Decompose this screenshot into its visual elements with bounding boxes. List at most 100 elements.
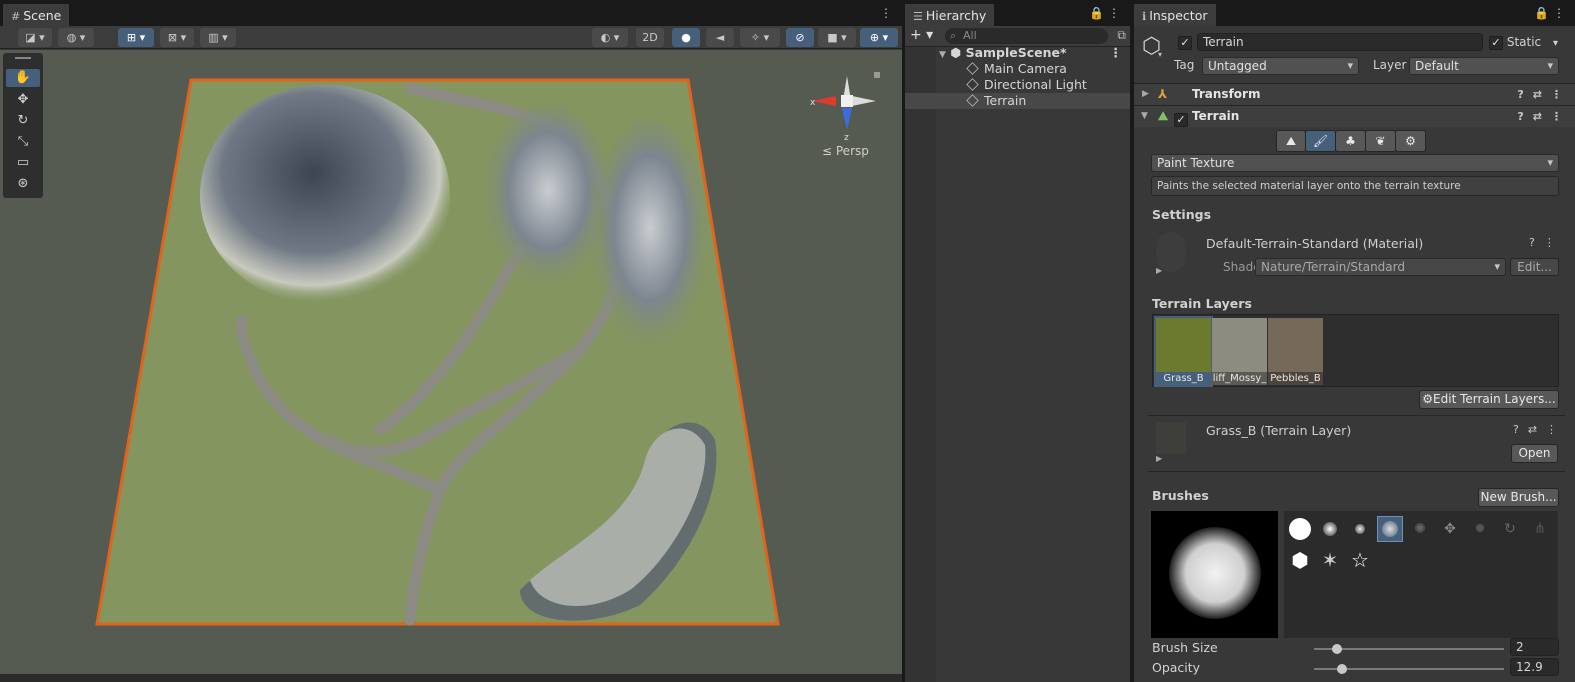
terrain-view[interactable] [0, 50, 902, 674]
shader-dropdown[interactable]: Nature/Terrain/Standard [1255, 258, 1506, 276]
terrain-settings-tool-icon[interactable]: ⚙ [1395, 130, 1426, 152]
transform-component-header[interactable]: ▶ ⅄ Transform ?⇄⋮ [1134, 83, 1575, 105]
layer-asset-name[interactable]: Grass_B (Terrain Layer) [1206, 423, 1351, 438]
effects-toggle-icon[interactable]: ✧ ▾ [740, 28, 780, 47]
terrain-enabled-checkbox[interactable]: ✓ [1174, 109, 1188, 130]
object-name-field[interactable]: Terrain [1197, 33, 1483, 51]
draw-mode-button[interactable]: ◪ ▾ [18, 28, 52, 47]
opacity-slider-knob[interactable] [1337, 664, 1348, 674]
brush-circle-icon[interactable] [1288, 517, 1312, 541]
audio-toggle-icon[interactable]: ◄ [706, 28, 734, 47]
brush-noise-icon[interactable]: ✺ [1408, 517, 1432, 541]
rect-tool-icon[interactable]: ▭ [6, 154, 40, 172]
info-icon: ℹ [1142, 10, 1147, 23]
paint-terrain-tool-icon[interactable]: 🖌 [1305, 130, 1336, 152]
increment-snap-button[interactable]: ▥ ▾ [200, 28, 236, 47]
brush-swirl-icon[interactable]: ↻ [1498, 517, 1522, 541]
expand-arrow-icon[interactable]: ▶ [1156, 454, 1162, 463]
render-globe-button[interactable]: ◍ ▾ [58, 28, 94, 47]
tag-dropdown[interactable]: Untagged [1202, 57, 1359, 75]
rotate-tool-icon[interactable]: ↻ [6, 112, 40, 130]
paint-details-tool-icon[interactable]: ❦ [1365, 130, 1396, 152]
active-checkbox[interactable]: ✓ [1178, 35, 1192, 50]
drag-handle[interactable] [15, 57, 31, 59]
scene-root-row[interactable]: ▼ ⬢ SampleScene* ⋮ [905, 45, 1130, 61]
camera-settings-icon[interactable]: ■ ▾ [818, 28, 856, 47]
projection-toggle[interactable]: ≤ Persp [822, 144, 869, 158]
grid-toggle-button[interactable]: ⊠ ▾ [160, 28, 194, 47]
mode-2d-button[interactable]: 2D [636, 28, 664, 47]
paint-trees-tool-icon[interactable]: ♣ [1335, 130, 1366, 152]
edit-terrain-layers-button[interactable]: ⚙Edit Terrain Layers... [1419, 390, 1559, 409]
edit-shader-button[interactable]: Edit... [1510, 258, 1559, 276]
brush-soft-icon[interactable] [1318, 517, 1342, 541]
divider [1148, 415, 1565, 416]
layer-dropdown[interactable]: Default [1409, 57, 1559, 75]
hierarchy-item[interactable]: Directional Light [905, 77, 1130, 93]
expand-arrow-icon[interactable]: ▶ [1156, 266, 1162, 275]
scene-menu-icon[interactable]: ⋮ [1110, 45, 1123, 61]
hierarchy-item-selected[interactable]: Terrain [905, 93, 1130, 109]
axis-z-label: z [844, 133, 849, 143]
component-actions-icons[interactable]: ?⇄⋮ [1517, 106, 1571, 127]
component-actions-icons[interactable]: ?⇄⋮ [1517, 84, 1571, 105]
scene-menu-icon[interactable]: ⋮ [880, 6, 896, 20]
brush-grass-icon[interactable]: ⋔ [1528, 517, 1552, 541]
scene-viewport[interactable]: ✋ ✥ ↻ ⤡ ▭ ⊛ x z ≤ Persp [0, 50, 902, 674]
terrain-icon: ⛰ [1158, 109, 1169, 123]
hand-tool-icon[interactable]: ✋ [6, 69, 40, 87]
layer-label: Layer [1373, 58, 1407, 72]
static-checkbox[interactable]: ✓ Static ▾ [1489, 35, 1558, 50]
opacity-slider[interactable] [1314, 664, 1504, 674]
transform-icon: ⅄ [1158, 87, 1168, 101]
raise-terrain-tool-icon[interactable]: ⛰ [1276, 130, 1306, 152]
gear-icon: ⚙ [1422, 392, 1434, 406]
layer-asset-actions-icons[interactable]: ?⇄⋮ [1513, 423, 1566, 436]
terrain-layer-thumb[interactable]: Pebbles_B [1268, 318, 1323, 385]
open-button[interactable]: Open [1511, 444, 1558, 463]
brush-splat-icon[interactable]: ✥ [1438, 517, 1462, 541]
new-brush-button[interactable]: New Brush... [1478, 488, 1559, 507]
terrain-layer-thumb[interactable]: liff_Mossy_ [1212, 318, 1267, 385]
list-icon: ☰ [913, 10, 923, 23]
opacity-field[interactable]: 12.9 [1510, 658, 1559, 676]
material-actions-icons[interactable]: ?⋮ [1529, 236, 1564, 249]
hierarchy-item[interactable]: Main Camera [905, 61, 1130, 77]
inspector-lock-menu-icon[interactable]: 🔒⋮ [1534, 6, 1569, 20]
grid-snap-button[interactable]: ⊞ ▾ [118, 28, 154, 47]
brush-spot-icon[interactable]: ✹ [1468, 517, 1492, 541]
brush-size-slider[interactable] [1314, 644, 1504, 654]
hierarchy-search-input[interactable]: ⌕ All [945, 28, 1108, 44]
lighting-toggle-icon[interactable]: ● [672, 28, 700, 47]
collapse-arrow-icon[interactable]: ▼ [1141, 106, 1148, 127]
brush-hexagon-icon[interactable]: ⬢ [1288, 548, 1312, 572]
terrain-layer-thumb[interactable]: Grass_B [1154, 316, 1213, 387]
scale-tool-icon[interactable]: ⤡ [6, 133, 40, 151]
material-name[interactable]: Default-Terrain-Standard (Material) [1206, 236, 1423, 251]
hidden-objects-icon[interactable]: ⊘ [786, 28, 814, 47]
search-filter-icon[interactable]: ⧉ [1117, 28, 1126, 43]
tab-hierarchy[interactable]: ☰ Hierarchy [905, 4, 995, 26]
brush-size-slider-knob[interactable] [1332, 644, 1342, 654]
icon-dropdown-icon[interactable]: ▾ [1158, 50, 1162, 59]
hierarchy-lock-menu-icon[interactable]: 🔒⋮ [1089, 6, 1124, 20]
brush-star-burst-icon[interactable]: ✶ [1318, 548, 1342, 572]
tool-mode-dropdown[interactable]: Paint Texture [1151, 154, 1559, 172]
brush-cloud-icon[interactable] [1377, 516, 1403, 542]
terrain-component-header[interactable]: ▼ ⛰ ✓ Terrain ?⇄⋮ [1134, 105, 1575, 127]
expand-arrow-icon[interactable]: ▼ [939, 50, 946, 60]
settings-heading: Settings [1152, 207, 1212, 222]
move-tool-icon[interactable]: ✥ [6, 91, 40, 109]
brush-size-field[interactable]: 2 [1510, 638, 1559, 656]
expand-arrow-icon[interactable]: ▶ [1142, 84, 1149, 105]
add-object-button[interactable]: + ▾ [910, 27, 933, 43]
transform-tool-icon[interactable]: ⊛ [6, 175, 40, 193]
gizmos-button[interactable]: ⊕ ▾ [860, 28, 898, 47]
gameobject-icon [966, 62, 979, 75]
unity-scene-icon: ⬢ [950, 45, 962, 60]
shading-mode-button[interactable]: ◐ ▾ [592, 28, 628, 47]
tab-inspector[interactable]: ℹ Inspector [1134, 4, 1216, 26]
brush-star-icon[interactable]: ☆ [1348, 548, 1372, 572]
tab-scene[interactable]: # Scene [3, 4, 70, 26]
brush-small-icon[interactable] [1348, 517, 1372, 541]
